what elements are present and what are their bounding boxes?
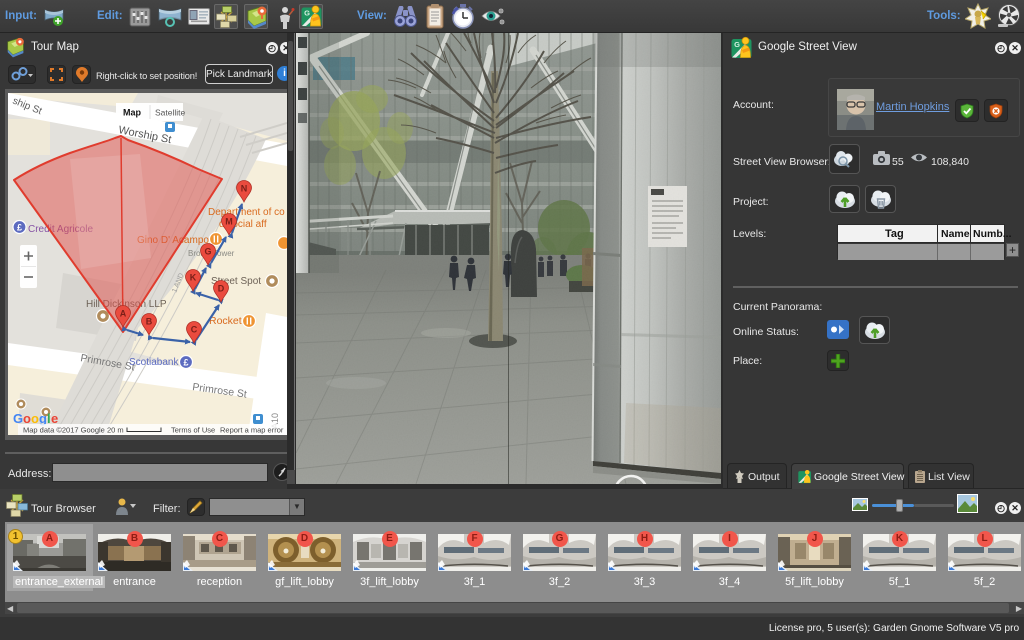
svg-text:A: A	[120, 309, 127, 319]
svg-text:G: G	[734, 40, 740, 49]
svg-text:C: C	[191, 325, 198, 335]
svg-text:20 m: 20 m	[107, 426, 124, 435]
svg-text:Rocket: Rocket	[209, 315, 242, 327]
svg-text:B: B	[146, 317, 153, 327]
svg-text:D: D	[218, 284, 225, 294]
svg-text:Scotiabank: Scotiabank	[129, 357, 179, 368]
svg-text:o: o	[23, 411, 31, 426]
svg-text:Department of co: Department of co	[208, 207, 285, 218]
svg-text:N: N	[241, 184, 248, 194]
svg-text:Report a map error: Report a map error	[220, 426, 284, 435]
svg-text:G: G	[304, 9, 310, 18]
svg-text:g: g	[39, 411, 47, 426]
svg-text:Map data ©2017 Google: Map data ©2017 Google	[23, 426, 105, 435]
svg-text:Terms of Use: Terms of Use	[171, 426, 215, 435]
svg-text:Map: Map	[123, 108, 142, 118]
svg-text:G: G	[13, 411, 23, 426]
svg-text:G: G	[204, 247, 211, 257]
svg-text:Satellite: Satellite	[155, 108, 186, 118]
svg-text:£: £	[183, 358, 188, 368]
svg-text:o: o	[31, 411, 39, 426]
svg-text:£: £	[17, 223, 22, 233]
svg-text:M: M	[225, 217, 233, 227]
svg-text:e: e	[51, 411, 58, 426]
svg-text:K: K	[190, 273, 197, 283]
